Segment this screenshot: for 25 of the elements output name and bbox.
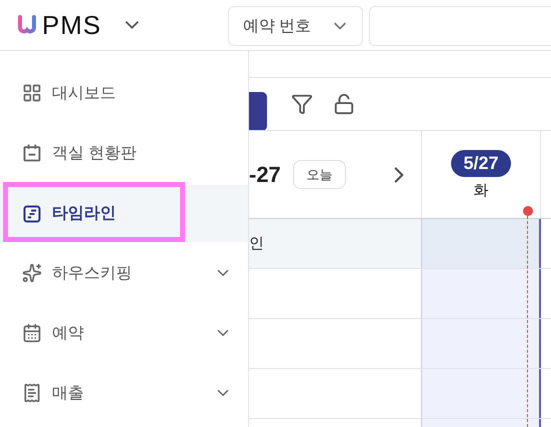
sidebar-item[interactable]: 예약 (0, 303, 248, 363)
sidebar-item[interactable]: 타임라인 (0, 185, 248, 242)
sidebar-item[interactable]: 하우스키핑 (0, 243, 248, 303)
calendar-icon (22, 143, 42, 163)
current-time-dot (523, 206, 533, 216)
filter-icon[interactable] (291, 93, 313, 115)
logo-icon (18, 15, 36, 35)
sparkle-icon (22, 263, 42, 283)
search-type-select[interactable]: 예약 번호 (228, 6, 363, 46)
date-label: 5/27 (451, 150, 511, 176)
sidebar-item[interactable]: 객실 현황판 (0, 123, 248, 183)
grid-icon (22, 83, 42, 103)
timeline-icon (22, 204, 42, 224)
calendar-icon (22, 323, 42, 343)
today-button[interactable]: 오늘 (292, 160, 346, 189)
search-field[interactable] (369, 6, 551, 46)
receipt-icon (22, 383, 42, 403)
app-title: PMS (42, 10, 102, 40)
date-range: -27 (249, 162, 281, 188)
sidebar-item[interactable]: 매출 (0, 363, 248, 423)
row-label: 인 (249, 234, 264, 253)
sidebar-item[interactable]: 대시보드 (0, 63, 248, 123)
unlock-icon[interactable] (333, 93, 355, 115)
weekday-label: 화 (474, 180, 488, 200)
primary-button[interactable] (249, 92, 267, 130)
